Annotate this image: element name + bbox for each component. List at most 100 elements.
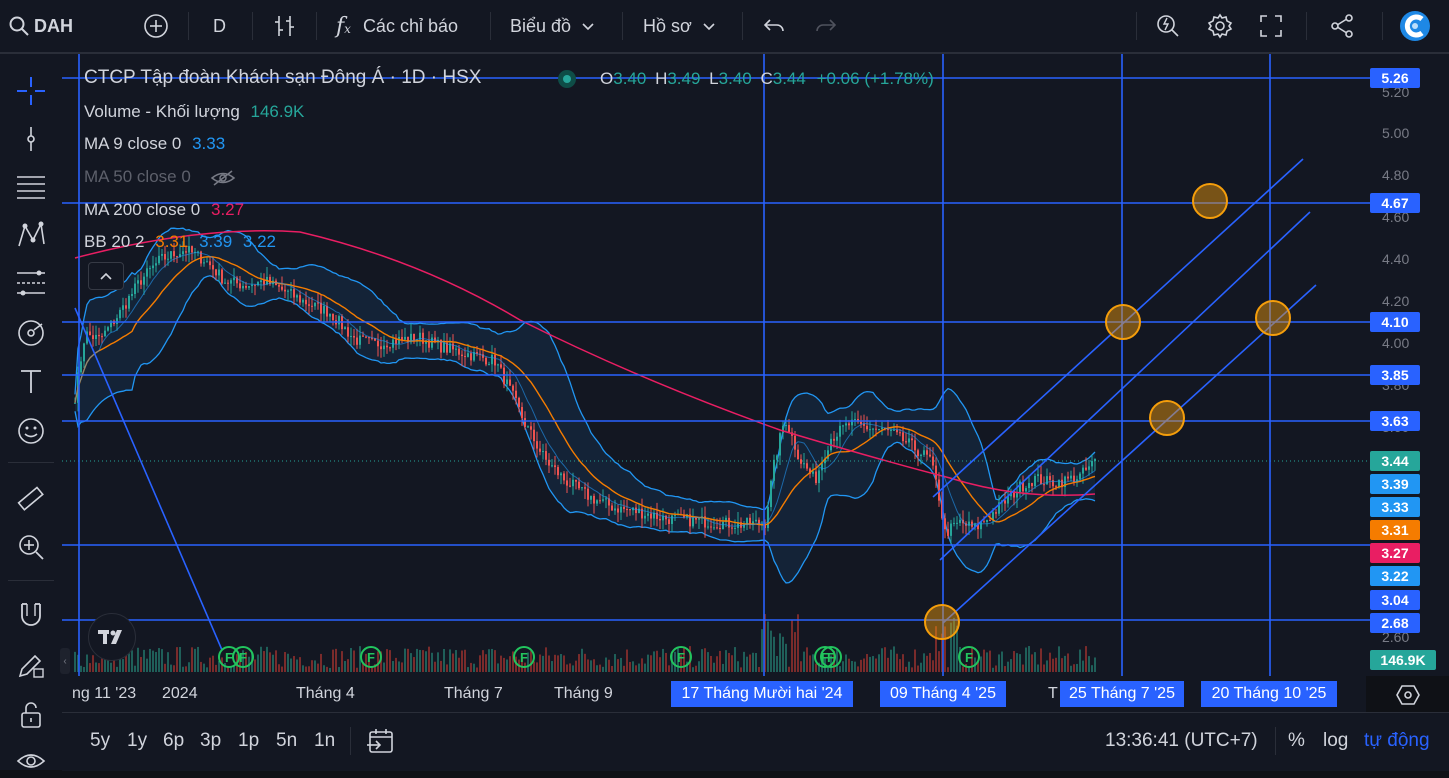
- app-logo[interactable]: [1398, 0, 1432, 52]
- volume-bar: [416, 648, 418, 672]
- percent-scale-toggle[interactable]: %: [1288, 713, 1305, 769]
- range-5y[interactable]: 5y: [90, 713, 110, 769]
- candle-body: [602, 499, 604, 501]
- trend-line-tool[interactable]: [14, 122, 48, 156]
- candle-body: [461, 354, 463, 356]
- candle-body: [959, 519, 961, 523]
- collapse-legend-button[interactable]: [88, 262, 124, 290]
- hide-drawings-tool[interactable]: [14, 744, 48, 778]
- symbol-search[interactable]: DAH: [8, 0, 73, 52]
- dividend-badge[interactable]: F: [360, 646, 382, 668]
- auto-scale-toggle[interactable]: tự động: [1364, 713, 1430, 769]
- range-1d[interactable]: 1n: [314, 713, 335, 769]
- zoom-in-tool[interactable]: [14, 530, 48, 564]
- volume-bar: [758, 666, 760, 672]
- candle-body: [911, 438, 913, 441]
- ma9-legend[interactable]: MA 9 close 0 3.33: [84, 134, 225, 154]
- chart-canvas[interactable]: [62, 54, 1449, 676]
- redo-button[interactable]: [814, 0, 838, 52]
- volume-bar: [989, 650, 991, 672]
- crosshair-tool[interactable]: [14, 74, 48, 108]
- chart-type-button[interactable]: [272, 0, 298, 52]
- interval-button[interactable]: D: [213, 0, 226, 52]
- eye-hidden-icon[interactable]: [210, 169, 236, 187]
- range-1m[interactable]: 1p: [238, 713, 259, 769]
- range-3m[interactable]: 3p: [200, 713, 221, 769]
- volume-bar: [1073, 664, 1075, 672]
- quick-search-button[interactable]: [1154, 0, 1182, 52]
- compare-symbol-button[interactable]: [142, 0, 170, 52]
- axis-settings-button[interactable]: [1396, 684, 1420, 711]
- candle-body: [575, 479, 577, 482]
- clock-timezone[interactable]: 13:36:41 (UTC+7): [1105, 713, 1258, 769]
- magnet-tool[interactable]: [14, 598, 48, 632]
- log-scale-toggle[interactable]: log: [1323, 713, 1348, 769]
- profile-menu-button[interactable]: Hồ sơ: [643, 0, 718, 52]
- ma9-name: MA 9 close 0: [84, 134, 182, 153]
- dividend-badge[interactable]: F: [670, 646, 692, 668]
- volume-bar: [590, 660, 592, 672]
- volume-bar: [617, 659, 619, 672]
- range-1y[interactable]: 1y: [127, 713, 147, 769]
- volume-bar: [146, 658, 148, 672]
- bb-legend[interactable]: BB 20 2 3.31 3.39 3.22: [84, 232, 276, 252]
- tv-logo-icon: [98, 630, 122, 644]
- volume-bar: [269, 652, 271, 672]
- fib-tool[interactable]: [14, 170, 48, 204]
- stay-drawing-tool[interactable]: [14, 648, 48, 682]
- candle-body: [95, 334, 97, 340]
- dividend-badge[interactable]: F: [513, 646, 535, 668]
- ma200-legend[interactable]: MA 200 close 0 3.27: [84, 200, 244, 220]
- volume-bar: [608, 659, 610, 672]
- ma50-legend[interactable]: MA 50 close 0: [84, 167, 236, 187]
- volume-bar: [875, 658, 877, 672]
- dividend-badge[interactable]: F: [958, 646, 980, 668]
- candle-body: [1091, 461, 1093, 467]
- candle-body: [452, 343, 454, 350]
- dividend-badge[interactable]: F: [232, 646, 254, 668]
- range-5d[interactable]: 5n: [276, 713, 297, 769]
- volume-bar: [644, 663, 646, 672]
- volume-bar: [578, 654, 580, 672]
- toolbar-divider: [1275, 727, 1276, 755]
- volume-bar: [923, 653, 925, 672]
- forecast-tool[interactable]: [14, 266, 48, 300]
- candle-body: [629, 509, 631, 511]
- volume-bar: [584, 653, 586, 672]
- market-status-dot[interactable]: [558, 70, 576, 88]
- lock-drawings-tool[interactable]: [14, 698, 48, 732]
- candle-body: [1088, 466, 1090, 470]
- brush-tool[interactable]: [14, 316, 48, 350]
- volume-bar: [317, 663, 319, 672]
- range-6m[interactable]: 6p: [163, 713, 184, 769]
- volume-bar: [428, 646, 430, 672]
- share-button[interactable]: [1328, 0, 1356, 52]
- undo-button[interactable]: [762, 0, 786, 52]
- candle-body: [464, 355, 466, 357]
- candle-body: [956, 522, 958, 524]
- candle-body: [908, 438, 910, 443]
- volume-legend[interactable]: Volume - Khối lượng 146.9K: [84, 102, 304, 122]
- chart-pane[interactable]: [62, 54, 1449, 676]
- price-axis-label: 3.27: [1370, 543, 1420, 563]
- volume-bar: [95, 662, 97, 672]
- volume-bar: [866, 654, 868, 672]
- indicators-button[interactable]: fx Các chỉ báo: [336, 0, 458, 52]
- text-tool[interactable]: [14, 364, 48, 398]
- pattern-tool[interactable]: [14, 218, 48, 252]
- chart-menu-button[interactable]: Biểu đồ: [510, 0, 597, 52]
- emoji-tool[interactable]: [14, 414, 48, 448]
- fullscreen-button[interactable]: [1258, 0, 1284, 52]
- candle-body: [986, 520, 988, 523]
- settings-button[interactable]: [1206, 0, 1234, 52]
- volume-bar: [665, 652, 667, 672]
- measure-tool[interactable]: [14, 482, 48, 516]
- tradingview-logo[interactable]: [88, 613, 136, 661]
- volume-bar: [878, 654, 880, 672]
- candle-body: [713, 527, 715, 529]
- volume-bar: [197, 646, 199, 672]
- go-to-date-button[interactable]: [366, 713, 396, 769]
- collapse-toolbar-handle[interactable]: ‹: [60, 648, 70, 674]
- dividend-badge[interactable]: F: [820, 646, 842, 668]
- volume-bar: [260, 646, 262, 672]
